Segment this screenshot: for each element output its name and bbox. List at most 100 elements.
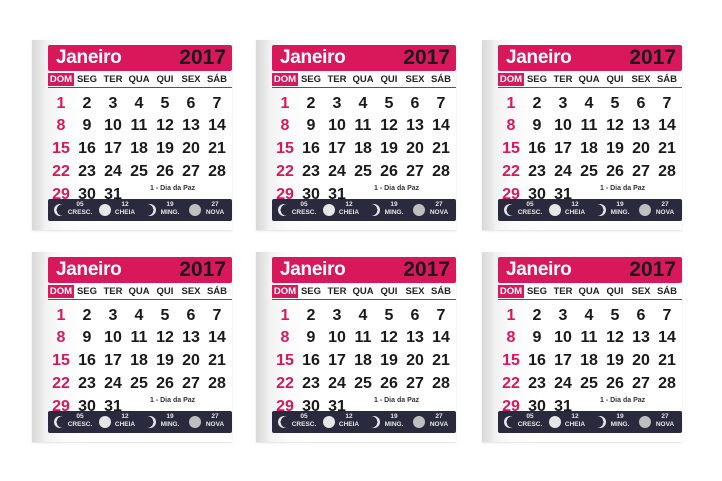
day-number: 6: [410, 307, 420, 324]
weekday-label: DOM: [498, 73, 524, 86]
day-number: 25: [580, 375, 598, 392]
day-number: 10: [104, 329, 122, 346]
day-number: 25: [580, 163, 598, 180]
moon-phase-label: 19 MING.: [384, 413, 404, 428]
pad-edge: [482, 252, 494, 442]
day-number: 1: [506, 95, 516, 112]
weekday-label: DOM: [272, 285, 298, 298]
day-number: 14: [208, 329, 226, 346]
day-number: 17: [328, 352, 346, 369]
day-number: 23: [302, 375, 320, 392]
moon-phase-label: 19 MING.: [160, 201, 180, 216]
day-number: 22: [276, 163, 294, 180]
moon-phase-label: 12 CHEIA: [338, 413, 360, 428]
day-number: 4: [584, 95, 594, 112]
day-number: 24: [328, 163, 346, 180]
day-number: 4: [134, 307, 144, 324]
month-header: Janeiro 2017: [48, 45, 232, 71]
day-number: 24: [554, 163, 572, 180]
weekday-label: SÁB: [656, 286, 678, 297]
day-number: 19: [156, 140, 174, 157]
divider: [498, 87, 682, 88]
moon-phase-band: 05 CRESC. 12 CHEIA 19 MING. 27 NOVA: [272, 411, 456, 433]
moon-phase-label: 05 CRESC.: [517, 201, 543, 216]
day-number: 14: [432, 117, 450, 134]
day-number: 25: [354, 375, 372, 392]
day-number: 12: [606, 329, 624, 346]
day-number: 4: [134, 95, 144, 112]
day-number: 25: [130, 163, 148, 180]
weekday-label: TER: [327, 286, 347, 297]
day-number: 7: [662, 307, 672, 324]
day-number: 11: [130, 329, 148, 346]
pad-edge: [256, 40, 268, 230]
day-number: 18: [354, 352, 372, 369]
waning-moon-icon: [368, 204, 380, 216]
day-number: 28: [658, 375, 676, 392]
moon-phase-label: 12 CHEIA: [564, 201, 586, 216]
day-number: 15: [502, 140, 520, 157]
day-number: 21: [432, 352, 450, 369]
new-moon-icon: [639, 204, 651, 216]
weekday-label: DOM: [48, 73, 74, 86]
crescent-moon-icon: [504, 416, 516, 428]
day-number: 3: [108, 307, 118, 324]
weekday-label: QUI: [380, 286, 398, 297]
moon-phase-band: 05 CRESC. 12 CHEIA 19 MING. 27 NOVA: [272, 199, 456, 221]
day-number: 10: [328, 329, 346, 346]
weekday-label: SEG: [300, 74, 322, 85]
calendar-face: Janeiro 2017 DOM SEG TER QUA QUI SEX SÁB 1 2 3 4 5 6 7 8…: [498, 45, 682, 225]
day-number: 3: [332, 307, 342, 324]
day-number: 2: [82, 307, 92, 324]
day-number: 20: [182, 140, 200, 157]
day-number: 11: [354, 117, 372, 134]
holiday-note: 1 - Dia da Paz: [374, 397, 420, 404]
day-number: 23: [302, 163, 320, 180]
day-number: 5: [384, 95, 394, 112]
moon-phase-label: 12 CHEIA: [114, 413, 136, 428]
day-number: 18: [580, 140, 598, 157]
day-number: 9: [82, 329, 92, 346]
weekday-label: SEG: [300, 286, 322, 297]
calendar-face: Janeiro 2017 DOM SEG TER QUA QUI SEX SÁB 1 2 3 4 5 6 7 8…: [272, 45, 456, 225]
holiday-note: 1 - Dia da Paz: [600, 185, 646, 192]
full-moon-icon: [99, 204, 111, 216]
moon-phase-label: 27 NOVA: [429, 413, 449, 428]
day-number: 2: [306, 95, 316, 112]
day-number: 11: [580, 329, 598, 346]
day-number: 21: [208, 140, 226, 157]
moon-phase-label: 19 MING.: [160, 413, 180, 428]
day-number: 11: [130, 117, 148, 134]
moon-phase-label: 19 MING.: [610, 201, 630, 216]
moon-phase-band: 05 CRESC. 12 CHEIA 19 MING. 27 NOVA: [498, 199, 682, 221]
day-number: 11: [354, 329, 372, 346]
waning-moon-icon: [144, 416, 156, 428]
day-number: 19: [380, 140, 398, 157]
holiday-note: 1 - Dia da Paz: [150, 185, 196, 192]
month-header: Janeiro 2017: [48, 257, 232, 283]
year-label: 2017: [179, 46, 226, 69]
day-number: 20: [632, 352, 650, 369]
moon-phase-label: 27 NOVA: [205, 201, 225, 216]
day-number: 21: [432, 140, 450, 157]
day-number: 8: [56, 329, 66, 346]
moon-phase-label: 19 MING.: [610, 413, 630, 428]
full-moon-icon: [549, 416, 561, 428]
day-number: 27: [632, 375, 650, 392]
calendar-face: Janeiro 2017 DOM SEG TER QUA QUI SEX SÁB 1 2 3 4 5 6 7 8…: [272, 257, 456, 437]
waning-moon-icon: [368, 416, 380, 428]
day-number: 21: [658, 352, 676, 369]
day-number: 2: [532, 307, 542, 324]
day-number: 16: [302, 352, 320, 369]
calendar-pad: Janeiro 2017 DOM SEG TER QUA QUI SEX SÁB 1 2 3 4 5 6 7 8…: [482, 40, 682, 230]
day-number: 27: [406, 375, 424, 392]
day-number: 1: [280, 307, 290, 324]
day-number: 2: [306, 307, 316, 324]
day-number: 17: [104, 140, 122, 157]
day-number: 7: [436, 95, 446, 112]
day-number: 24: [554, 375, 572, 392]
day-number: 12: [380, 117, 398, 134]
day-number: 27: [406, 163, 424, 180]
full-moon-icon: [549, 204, 561, 216]
day-number: 20: [406, 140, 424, 157]
